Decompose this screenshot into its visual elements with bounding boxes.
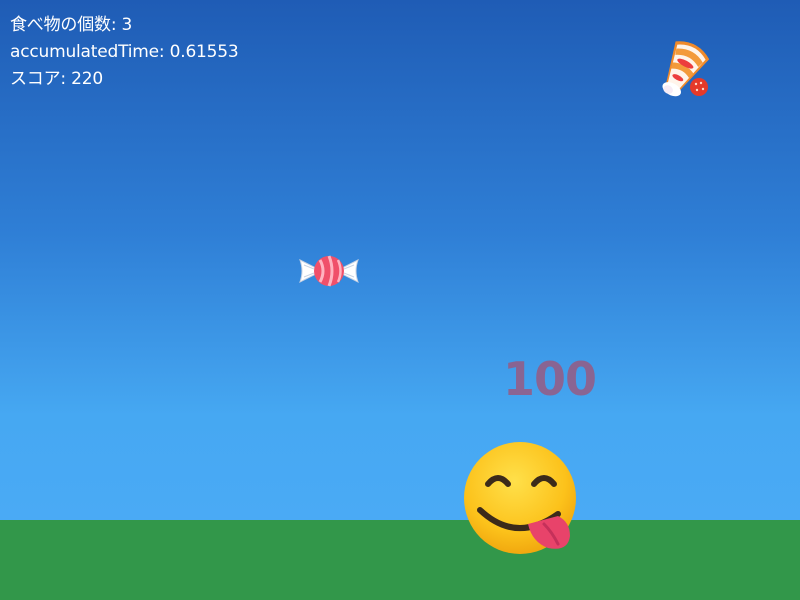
food-count-label: 食べ物の個数 <box>10 15 111 35</box>
accumulated-time-line: accumulatedTime: 0.61553 <box>10 42 239 62</box>
score-line: スコア: 220 <box>10 69 103 89</box>
candy-icon <box>299 255 359 287</box>
food-count-line: 食べ物の個数: 3 <box>10 15 133 35</box>
score-label: スコア <box>10 69 61 89</box>
accumulated-time-label: accumulatedTime <box>10 42 159 62</box>
shortcake-slice-icon <box>662 41 710 97</box>
score-value: 220 <box>71 69 103 89</box>
food-count-value: 3 <box>121 15 133 35</box>
accumulated-time-value: 0.61553 <box>169 42 239 62</box>
score-popup: 100 <box>503 352 597 406</box>
player-face-savoring-food-icon <box>464 442 576 554</box>
hud: 食べ物の個数: 3 accumulatedTime: 0.61553 スコア: … <box>10 12 239 93</box>
ground <box>0 520 800 600</box>
